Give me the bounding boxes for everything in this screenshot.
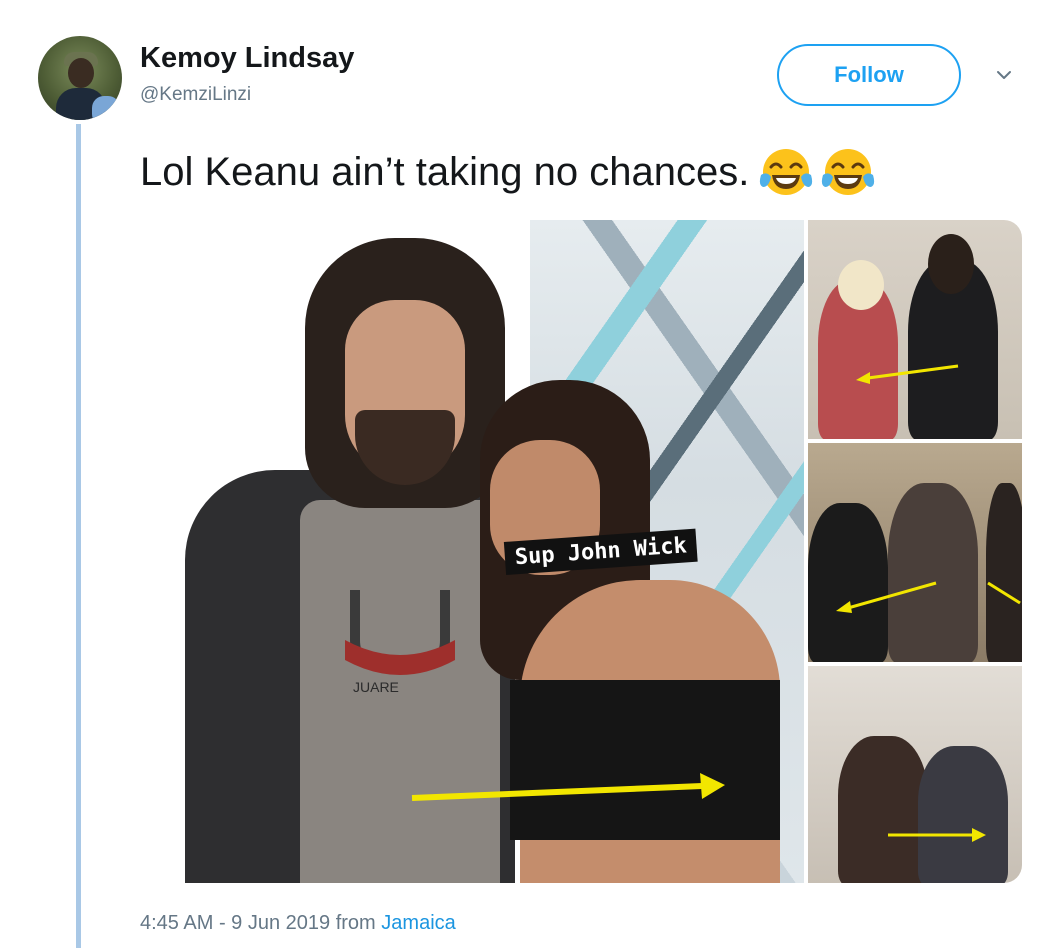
author-avatar[interactable] <box>38 36 122 120</box>
thumbnail-photo-3[interactable] <box>808 666 1022 883</box>
author-name[interactable]: Kemoy Lindsay <box>140 42 354 75</box>
author-handle[interactable]: @KemziLinzi <box>140 84 251 106</box>
tweet-text: Lol Keanu ain’t taking no chances. <box>140 150 750 194</box>
tears-of-joy-emoji-icon <box>822 149 875 195</box>
avatar-head <box>68 58 94 88</box>
tweet-timestamp[interactable]: 4:45 AM - 9 Jun 2019 from Jamaica <box>140 912 456 935</box>
tweet-time: 4:45 AM <box>140 912 214 934</box>
thumbnail-photo-1[interactable] <box>808 220 1022 439</box>
yellow-arrow-icon <box>856 364 959 384</box>
follow-button[interactable]: Follow <box>777 44 961 106</box>
yellow-arrow-icon <box>836 581 1021 613</box>
emoji-group <box>759 145 875 199</box>
from-label: from <box>330 912 382 934</box>
tears-of-joy-emoji-icon <box>760 149 813 195</box>
avatar-shirt <box>92 96 120 120</box>
thread-line <box>76 124 81 948</box>
yellow-arrow-icon <box>411 773 725 801</box>
chevron-down-icon[interactable] <box>995 66 1013 84</box>
yellow-arrow-icon <box>888 828 986 842</box>
date-separator: - <box>213 912 232 934</box>
tweet-date: 9 Jun 2019 <box>231 912 331 934</box>
main-photo[interactable]: JUARE Sup John Wick <box>140 220 804 883</box>
thumbnail-photo-2[interactable] <box>808 443 1022 662</box>
tweet-media[interactable]: JUARE Sup John Wick <box>140 220 1022 883</box>
tweet-location[interactable]: Jamaica <box>381 912 455 934</box>
